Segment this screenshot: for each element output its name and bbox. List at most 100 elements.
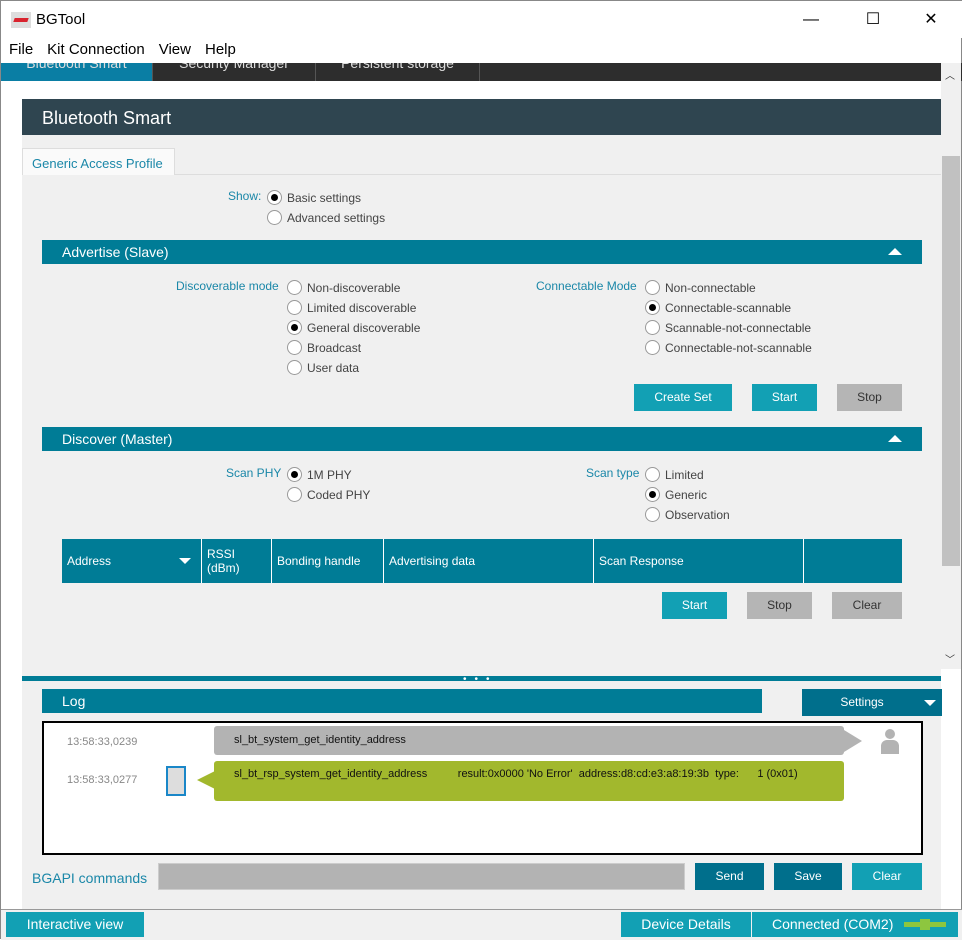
tab-generic-access-profile[interactable]: Generic Access Profile xyxy=(22,148,175,175)
menu-bar: File Kit Connection View Help xyxy=(1,41,242,63)
main-tabs: Bluetooth Smart Security Manager Persist… xyxy=(1,63,962,81)
collapse-icon[interactable] xyxy=(888,248,902,255)
column-extra[interactable] xyxy=(804,539,902,583)
tab-bluetooth-smart[interactable]: Bluetooth Smart xyxy=(1,63,153,81)
radio-label: General discoverable xyxy=(307,320,421,335)
log-header: Log xyxy=(42,689,762,713)
section-title: Discover (Master) xyxy=(62,431,173,447)
close-button[interactable]: ✕ xyxy=(911,7,951,33)
radio-scannable-not-connectable[interactable]: Scannable-not-connectable xyxy=(645,320,811,335)
log-message-out: sl_bt_system_get_identity_address xyxy=(214,726,844,755)
radio-1m-phy[interactable]: 1M PHY xyxy=(287,467,352,482)
advertise-section-header[interactable]: Advertise (Slave) xyxy=(42,240,922,264)
user-icon xyxy=(880,729,900,755)
discoverable-mode-label: Discoverable mode xyxy=(176,279,279,293)
column-scan-response[interactable]: Scan Response xyxy=(594,539,804,583)
splitter-handle-icon[interactable]: ••• xyxy=(463,674,498,685)
bgapi-label: BGAPI commands xyxy=(32,870,148,886)
radio-limited-discoverable[interactable]: Limited discoverable xyxy=(287,300,416,315)
radio-user-data[interactable]: User data xyxy=(287,360,359,375)
discover-start-button[interactable]: Start xyxy=(662,592,727,619)
interactive-view-button[interactable]: Interactive view xyxy=(6,912,144,937)
radio-label: Connectable-not-scannable xyxy=(665,340,812,355)
scan-phy-label: Scan PHY xyxy=(226,466,282,480)
column-bonding-handle[interactable]: Bonding handle xyxy=(272,539,384,583)
chevron-down-icon xyxy=(924,700,936,706)
app-logo-icon xyxy=(11,12,31,28)
page-title: Bluetooth Smart xyxy=(22,99,941,135)
device-icon xyxy=(166,766,186,796)
maximize-button[interactable]: ☐ xyxy=(853,7,893,33)
radio-label: Coded PHY xyxy=(307,487,371,502)
minimize-button[interactable]: — xyxy=(791,7,831,33)
send-button[interactable]: Send xyxy=(695,863,764,890)
radio-label: Scannable-not-connectable xyxy=(665,320,812,335)
log-settings-button[interactable]: Settings xyxy=(802,689,942,716)
radio-label: Advanced settings xyxy=(287,210,386,225)
advertise-start-button[interactable]: Start xyxy=(752,384,817,411)
scroll-up-icon[interactable]: ︿ xyxy=(945,67,955,82)
radio-label: Non-discoverable xyxy=(307,280,401,295)
radio-label: Connectable-scannable xyxy=(665,300,792,315)
radio-non-discoverable[interactable]: Non-discoverable xyxy=(287,280,400,295)
bgapi-command-input[interactable] xyxy=(158,863,685,890)
radio-label: Non-connectable xyxy=(665,280,756,295)
window-title: BGTool xyxy=(36,11,86,28)
menu-help[interactable]: Help xyxy=(205,41,236,58)
radio-broadcast[interactable]: Broadcast xyxy=(287,340,361,355)
radio-label: Generic xyxy=(665,487,708,502)
menu-view[interactable]: View xyxy=(159,41,191,58)
log-message-in: sl_bt_rsp_system_get_identity_address re… xyxy=(214,761,844,801)
radio-advanced-settings[interactable]: Advanced settings xyxy=(267,210,385,225)
radio-label: Observation xyxy=(665,507,730,522)
radio-label: Basic settings xyxy=(287,190,362,205)
radio-generic[interactable]: Generic xyxy=(645,487,707,502)
radio-label: User data xyxy=(307,360,360,375)
sort-down-icon[interactable] xyxy=(179,558,191,564)
settings-label: Settings xyxy=(840,695,884,709)
log-timestamp: 13:58:33,0239 xyxy=(67,736,138,748)
bubble-arrow xyxy=(844,730,862,752)
radio-connectable-not-scannable[interactable]: Connectable-not-scannable xyxy=(645,340,812,355)
connectable-mode-label: Connectable Mode xyxy=(536,279,637,293)
create-set-button[interactable]: Create Set xyxy=(634,384,732,411)
tab-persistent-storage[interactable]: Persistent storage xyxy=(316,63,480,81)
advertise-stop-button[interactable]: Stop xyxy=(837,384,902,411)
radio-observation[interactable]: Observation xyxy=(645,507,730,522)
radio-label: Limited xyxy=(665,467,704,482)
radio-limited[interactable]: Limited xyxy=(645,467,704,482)
log-timestamp: 13:58:33,0277 xyxy=(67,774,138,786)
discover-section-header[interactable]: Discover (Master) xyxy=(42,427,922,451)
connection-label: Connected (COM2) xyxy=(772,916,894,932)
scroll-down-icon[interactable]: ﹀ xyxy=(945,651,955,666)
section-title: Advertise (Slave) xyxy=(62,244,169,260)
radio-label: Limited discoverable xyxy=(307,300,417,315)
column-rssi[interactable]: RSSI (dBm) xyxy=(202,539,272,583)
bubble-arrow xyxy=(197,771,215,789)
device-details-button[interactable]: Device Details xyxy=(621,912,751,937)
column-advertising-data[interactable]: Advertising data xyxy=(384,539,594,583)
log-box: 13:58:33,0239 sl_bt_system_get_identity_… xyxy=(42,721,923,855)
radio-basic-settings[interactable]: Basic settings xyxy=(267,190,361,205)
scrollbar-thumb[interactable] xyxy=(942,156,960,566)
discover-clear-button[interactable]: Clear xyxy=(832,592,902,619)
plug-connected-icon xyxy=(904,919,946,930)
column-address[interactable]: Address xyxy=(62,539,202,583)
scan-type-label: Scan type xyxy=(586,466,640,480)
discover-stop-button[interactable]: Stop xyxy=(747,592,812,619)
radio-connectable-scannable[interactable]: Connectable-scannable xyxy=(645,300,791,315)
collapse-icon[interactable] xyxy=(888,435,902,442)
radio-non-connectable[interactable]: Non-connectable xyxy=(645,280,756,295)
show-label: Show: xyxy=(228,189,262,203)
connection-status[interactable]: Connected (COM2) xyxy=(752,912,958,937)
radio-label: Broadcast xyxy=(307,340,362,355)
radio-coded-phy[interactable]: Coded PHY xyxy=(287,487,370,502)
title-bar: BGTool — ☐ ✕ xyxy=(1,1,962,38)
clear-log-button[interactable]: Clear xyxy=(852,863,922,890)
radio-general-discoverable[interactable]: General discoverable xyxy=(287,320,420,335)
save-button[interactable]: Save xyxy=(774,863,842,890)
menu-file[interactable]: File xyxy=(9,41,33,58)
tab-security-manager[interactable]: Security Manager xyxy=(153,63,316,81)
column-label: Address xyxy=(67,554,112,568)
menu-kit-connection[interactable]: Kit Connection xyxy=(47,41,145,58)
